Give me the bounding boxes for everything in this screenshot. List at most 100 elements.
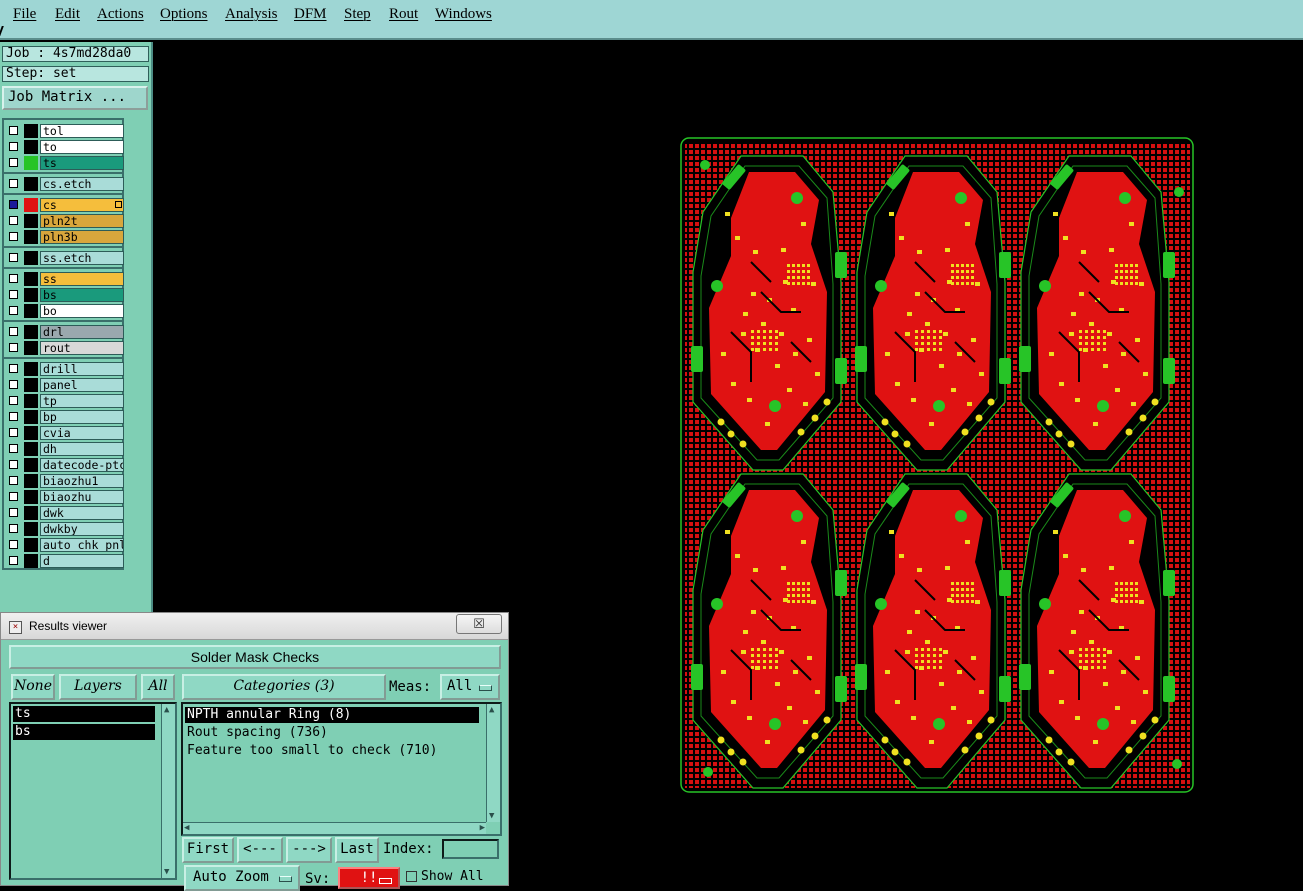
layer-display-swatch[interactable] xyxy=(24,341,38,355)
layer-row-cs[interactable]: cs xyxy=(6,198,124,212)
layer-affected-checkbox[interactable] xyxy=(9,492,18,501)
layer-display-swatch[interactable] xyxy=(24,325,38,339)
layer-display-swatch[interactable] xyxy=(24,288,38,302)
layer-affected-checkbox[interactable] xyxy=(9,508,18,517)
scroll-down-icon[interactable]: ▼ xyxy=(489,811,494,821)
last-button[interactable]: Last xyxy=(335,837,379,863)
layer-name-label[interactable]: dh xyxy=(40,442,124,456)
layer-name-label[interactable]: auto_chk_pnl xyxy=(40,538,124,552)
layer-list[interactable]: tol to ts cs.etch cs pln2t pln3b ss.etch ss bs bo d… xyxy=(2,118,124,570)
layer-affected-checkbox[interactable] xyxy=(9,290,18,299)
layer-affected-checkbox[interactable] xyxy=(9,444,18,453)
layer-name-label[interactable]: drill xyxy=(40,362,124,376)
index-input[interactable] xyxy=(442,839,499,859)
layer-name-label[interactable]: pln2t xyxy=(40,214,124,228)
layer-row-d[interactable]: d xyxy=(6,554,124,568)
job-matrix-button[interactable]: Job Matrix ... xyxy=(2,86,148,110)
list-item-layer-ts[interactable]: ts xyxy=(13,706,155,722)
layer-affected-checkbox[interactable] xyxy=(9,216,18,225)
next-button[interactable]: ---> xyxy=(286,837,332,863)
layer-name-label[interactable]: ss.etch xyxy=(40,251,124,265)
list-item-category[interactable]: Rout spacing (736) xyxy=(185,725,479,741)
previous-button[interactable]: <--- xyxy=(237,837,283,863)
layer-affected-checkbox[interactable] xyxy=(9,380,18,389)
layer-display-swatch[interactable] xyxy=(24,362,38,376)
layer-name-label[interactable]: bp xyxy=(40,410,124,424)
scroll-right-icon[interactable]: ▶ xyxy=(480,823,485,833)
layer-display-swatch[interactable] xyxy=(24,177,38,191)
layer-display-swatch[interactable] xyxy=(24,272,38,286)
menu-actions[interactable]: Actions xyxy=(97,6,144,23)
layer-display-swatch[interactable] xyxy=(24,156,38,170)
layer-results-list[interactable]: ts bs ▲ ▼ xyxy=(9,702,177,880)
layer-row-tp[interactable]: tp xyxy=(6,394,124,408)
layer-affected-checkbox[interactable] xyxy=(9,142,18,151)
layer-affected-checkbox[interactable] xyxy=(9,476,18,485)
none-button[interactable]: None xyxy=(11,674,55,700)
layer-list-scrollbar[interactable]: ▲ ▼ xyxy=(161,704,175,878)
layer-affected-checkbox[interactable] xyxy=(9,428,18,437)
layer-affected-checkbox[interactable] xyxy=(9,540,18,549)
list-item-category[interactable]: NPTH annular Ring (8) xyxy=(185,707,479,723)
layer-affected-checkbox[interactable] xyxy=(9,274,18,283)
layer-row-panel[interactable]: panel xyxy=(6,378,124,392)
layer-name-label[interactable]: panel xyxy=(40,378,124,392)
auto-zoom-dropdown[interactable]: Auto Zoom xyxy=(184,865,300,891)
layer-name-label[interactable]: pln3b xyxy=(40,230,124,244)
layer-name-label[interactable]: bo xyxy=(40,304,124,318)
layer-affected-checkbox[interactable] xyxy=(9,306,18,315)
layer-name-label[interactable]: dwk xyxy=(40,506,124,520)
layer-name-label[interactable]: datecode-ptc xyxy=(40,458,124,472)
layer-name-label[interactable]: ss xyxy=(40,272,124,286)
layer-display-swatch[interactable] xyxy=(24,124,38,138)
layer-display-swatch[interactable] xyxy=(24,458,38,472)
menu-rout[interactable]: Rout xyxy=(389,6,418,23)
layer-name-label[interactable]: to xyxy=(40,140,124,154)
layer-row-drill[interactable]: drill xyxy=(6,362,124,376)
layer-display-swatch[interactable] xyxy=(24,251,38,265)
layer-display-swatch[interactable] xyxy=(24,506,38,520)
layer-name-label[interactable]: cvia xyxy=(40,426,124,440)
layer-name-label[interactable]: dwkby xyxy=(40,522,124,536)
layer-row-bp[interactable]: bp xyxy=(6,410,124,424)
layer-name-label[interactable]: drl xyxy=(40,325,124,339)
scroll-left-icon[interactable]: ◀ xyxy=(184,823,189,833)
list-item-category[interactable]: Feature too small to check (710) xyxy=(185,743,479,759)
layer-display-swatch[interactable] xyxy=(24,214,38,228)
results-viewer-titlebar[interactable]: × Results viewer ☒ xyxy=(1,613,508,640)
menu-options[interactable]: Options xyxy=(160,6,208,23)
first-button[interactable]: First xyxy=(182,837,234,863)
layer-name-label[interactable]: rout xyxy=(40,341,124,355)
layer-name-label[interactable]: bs xyxy=(40,288,124,302)
layer-row-cs.etch[interactable]: cs.etch xyxy=(6,177,124,191)
menu-windows[interactable]: Windows xyxy=(435,6,492,23)
layer-name-label[interactable]: cs xyxy=(40,198,124,212)
layer-affected-checkbox[interactable] xyxy=(9,179,18,188)
layer-row-pln2t[interactable]: pln2t xyxy=(6,214,124,228)
layer-affected-checkbox[interactable] xyxy=(9,126,18,135)
scroll-up-icon[interactable]: ▲ xyxy=(164,705,169,715)
layer-affected-checkbox[interactable] xyxy=(9,396,18,405)
layer-affected-checkbox[interactable] xyxy=(9,412,18,421)
category-results-list[interactable]: NPTH annular Ring (8) Rout spacing (736)… xyxy=(181,702,502,836)
layer-name-label[interactable]: cs.etch xyxy=(40,177,124,191)
layer-row-ss.etch[interactable]: ss.etch xyxy=(6,251,124,265)
scroll-down-icon[interactable]: ▼ xyxy=(164,867,169,877)
layer-display-swatch[interactable] xyxy=(24,198,38,212)
show-all-checkbox[interactable] xyxy=(406,871,417,882)
layer-row-bo[interactable]: bo xyxy=(6,304,124,318)
layer-name-label[interactable]: ts xyxy=(40,156,124,170)
layer-name-label[interactable]: biaozhu1 xyxy=(40,474,124,488)
layer-row-biaozhu1[interactable]: biaozhu1 xyxy=(6,474,124,488)
layer-row-biaozhu[interactable]: biaozhu xyxy=(6,490,124,504)
layer-row-datecode-ptc[interactable]: datecode-ptc xyxy=(6,458,124,472)
layer-display-swatch[interactable] xyxy=(24,426,38,440)
layer-affected-checkbox[interactable] xyxy=(9,364,18,373)
all-button[interactable]: All xyxy=(141,674,175,700)
layers-button[interactable]: Layers xyxy=(59,674,137,700)
layer-affected-checkbox[interactable] xyxy=(9,200,18,209)
layer-display-swatch[interactable] xyxy=(24,442,38,456)
layer-display-swatch[interactable] xyxy=(24,304,38,318)
category-list-vscrollbar[interactable]: ▲ ▼ xyxy=(486,704,500,822)
layer-row-rout[interactable]: rout xyxy=(6,341,124,355)
